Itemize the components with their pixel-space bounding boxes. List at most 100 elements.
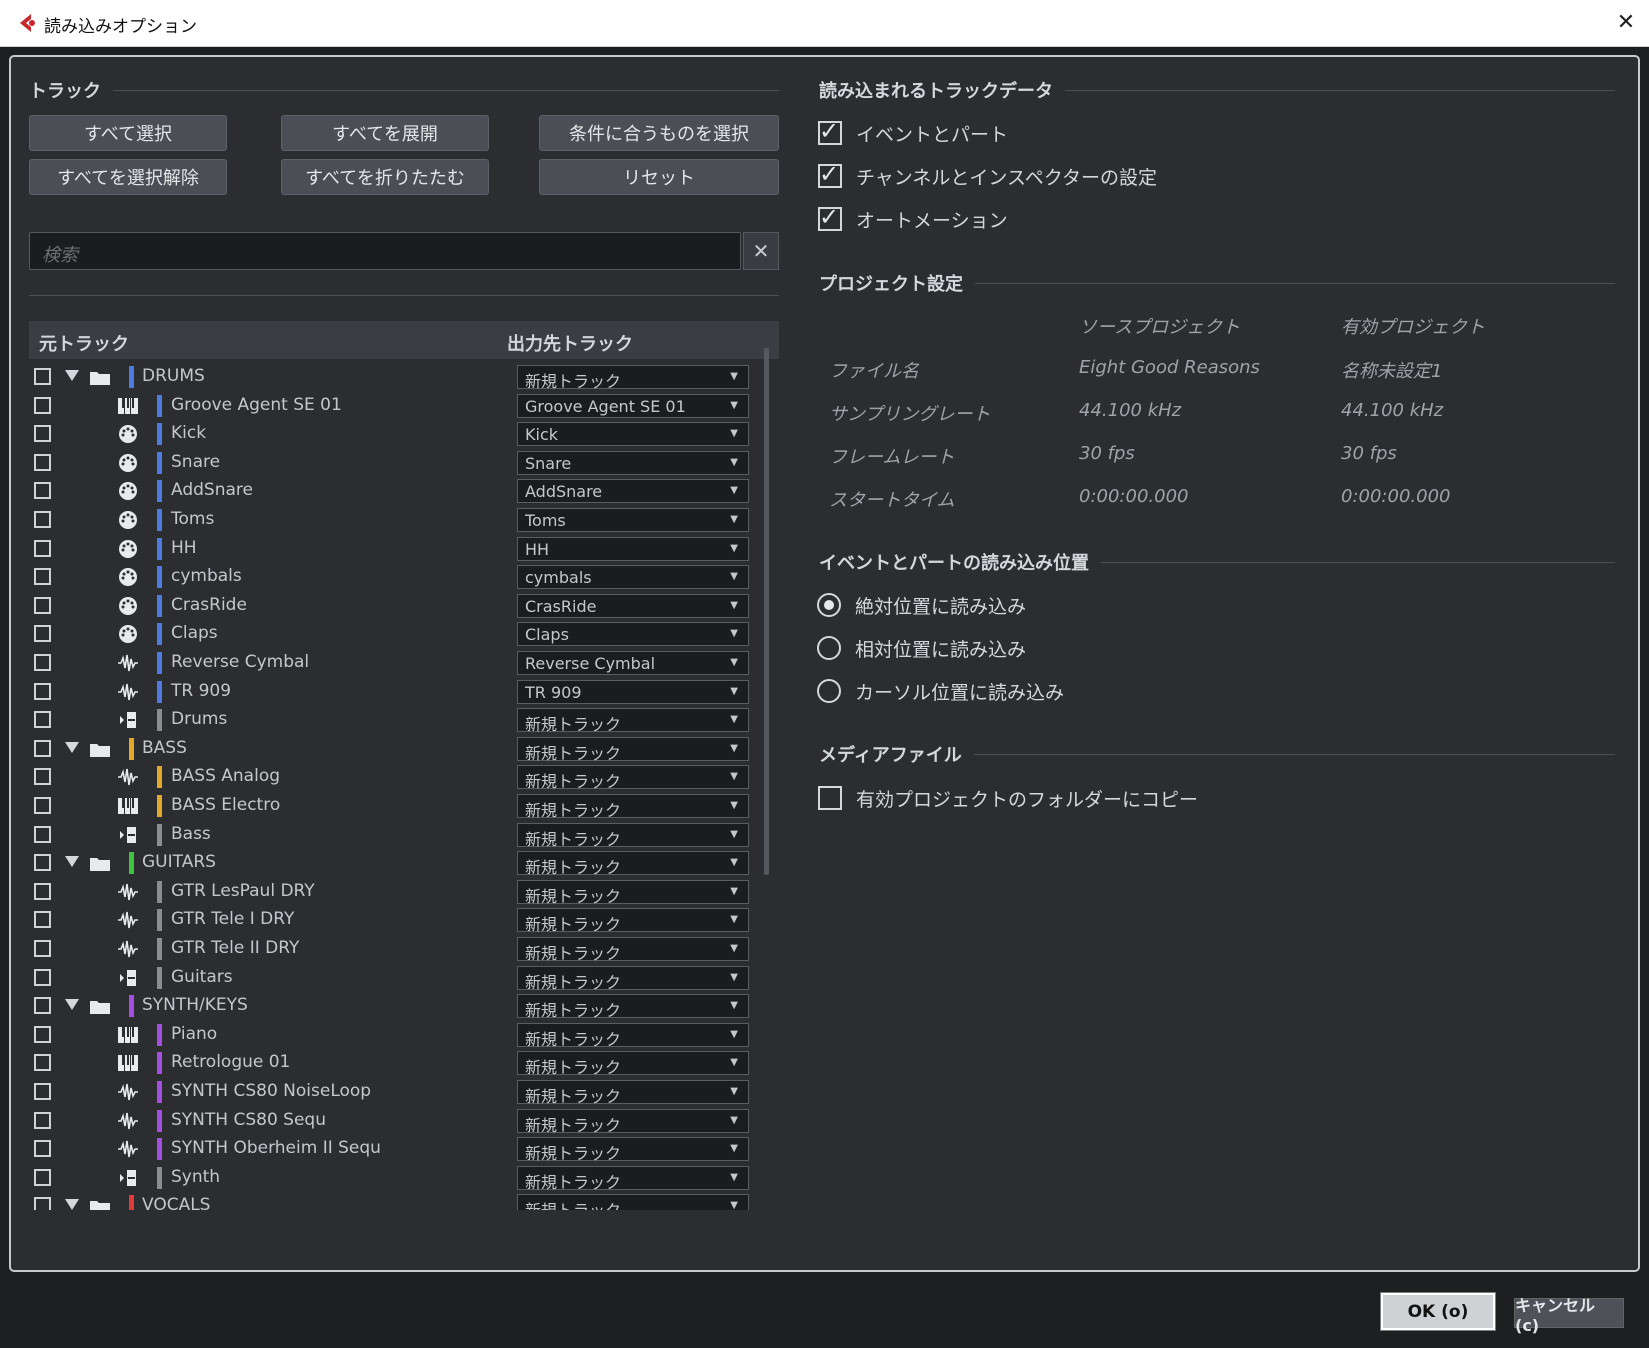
track-checkbox[interactable] [34,654,51,671]
track-row[interactable]: Toms Toms ▼ [29,505,779,535]
track-row[interactable]: BASS Electro 新規トラック ▼ [29,791,779,821]
track-row[interactable]: Reverse Cymbal Reverse Cymbal ▼ [29,648,779,678]
folder-track-row[interactable]: DRUMS 新規トラック ▼ [29,362,779,392]
expand-collapse-icon[interactable] [65,1199,79,1210]
destination-track-dropdown[interactable]: 新規トラック ▼ [517,879,749,906]
track-row[interactable]: GTR Tele II DRY 新規トラック ▼ [29,934,779,964]
track-row[interactable]: TR 909 TR 909 ▼ [29,677,779,707]
track-checkbox[interactable] [34,911,51,929]
absolute-position-radio[interactable]: 絶対位置に読み込み [817,590,1026,620]
deselect-all-button[interactable]: すべてを選択解除 [29,159,227,195]
destination-track-dropdown[interactable]: Toms ▼ [517,508,749,532]
destination-track-dropdown[interactable]: 新規トラック ▼ [517,1137,749,1163]
track-checkbox[interactable] [34,1140,51,1158]
destination-track-dropdown[interactable]: 新規トラック ▼ [517,365,749,391]
track-row[interactable]: Kick Kick ▼ [29,419,779,449]
destination-track-dropdown[interactable]: 新規トラック ▼ [517,1022,749,1049]
track-checkbox[interactable] [34,482,51,500]
cancel-button[interactable]: キャンセル (c) [1514,1296,1624,1335]
track-row[interactable]: Piano 新規トラック ▼ [29,1020,779,1050]
checkbox-box[interactable] [818,786,842,810]
track-row[interactable]: HH HH ▼ [29,534,779,564]
track-checkbox[interactable] [34,1083,51,1100]
destination-track-dropdown[interactable]: 新規トラック ▼ [517,708,749,734]
track-checkbox[interactable] [34,568,51,586]
track-row[interactable]: CrasRide CrasRide ▼ [29,591,779,621]
destination-track-dropdown[interactable]: Claps ▼ [517,622,749,647]
destination-track-dropdown[interactable]: AddSnare ▼ [517,479,749,504]
track-row[interactable]: Synth 新規トラック ▼ [29,1163,779,1193]
track-checkbox[interactable] [34,396,51,414]
destination-track-dropdown[interactable]: cymbals ▼ [517,565,749,590]
track-row[interactable]: AddSnare AddSnare ▼ [29,476,779,506]
track-checkbox[interactable] [34,1197,51,1210]
destination-track-dropdown[interactable]: 新規トラック ▼ [517,1080,749,1106]
track-row[interactable]: Bass 新規トラック ▼ [29,820,779,850]
destination-track-dropdown[interactable]: 新規トラック ▼ [517,965,749,992]
track-row[interactable]: GTR Tele I DRY 新規トラック ▼ [29,905,779,935]
track-checkbox[interactable] [34,968,51,986]
track-checkbox[interactable] [34,997,51,1015]
expand-all-button[interactable]: すべてを展開 [281,115,489,151]
select-matching-button[interactable]: 条件に合うものを選択 [539,115,779,151]
select-all-button[interactable]: すべて選択 [29,115,227,151]
checkbox-box[interactable]: ✓ [818,203,842,231]
track-row[interactable]: Guitars 新規トラック ▼ [29,963,779,993]
track-checkbox[interactable] [34,1025,51,1043]
destination-track-dropdown[interactable]: 新規トラック ▼ [517,1165,749,1192]
close-window-button[interactable]: ✕ [1603,0,1649,46]
destination-track-dropdown[interactable]: 新規トラック ▼ [517,851,749,877]
copy-to-project-folder-checkbox[interactable]: 有効プロジェクトのフォルダーにコピー [818,783,1198,813]
automation-checkbox[interactable]: ✓ オートメーション [818,203,1008,234]
track-list[interactable]: DRUMS 新規トラック ▼ Groove Agent SE 01 Groove Age… [29,362,779,1210]
track-row[interactable]: BASS Analog 新規トラック ▼ [29,762,779,792]
track-checkbox[interactable] [34,825,51,843]
destination-track-dropdown[interactable]: 新規トラック ▼ [517,1051,749,1077]
expand-collapse-icon[interactable] [65,370,79,381]
destination-track-dropdown[interactable]: 新規トラック ▼ [517,765,749,791]
track-checkbox[interactable] [34,797,51,814]
folder-track-row[interactable]: SYNTH/KEYS 新規トラック ▼ [29,991,779,1021]
folder-track-row[interactable]: GUITARS 新規トラック ▼ [29,848,779,878]
destination-track-dropdown[interactable]: 新規トラック ▼ [517,994,749,1020]
collapse-all-button[interactable]: すべてを折りたたむ [281,159,489,195]
cursor-position-radio[interactable]: カーソル位置に読み込み [817,676,1064,706]
folder-track-row[interactable]: VOCALS 新規トラック ▼ [29,1191,779,1210]
track-checkbox[interactable] [34,625,51,643]
track-checkbox[interactable] [34,739,51,757]
radio-button[interactable] [817,679,841,703]
track-row[interactable]: Retrologue 01 新規トラック ▼ [29,1048,779,1078]
destination-track-dropdown[interactable]: Reverse Cymbal ▼ [517,651,749,675]
events-and-parts-checkbox[interactable]: ✓ イベントとパート [818,117,1008,148]
destination-track-dropdown[interactable]: Kick ▼ [517,422,749,447]
destination-track-dropdown[interactable]: CrasRide ▼ [517,593,749,618]
track-row[interactable]: Groove Agent SE 01 Groove Agent SE 01 ▼ [29,391,779,421]
radio-button[interactable] [817,593,841,617]
track-checkbox[interactable] [34,596,51,614]
ok-button[interactable]: OK (o) [1380,1292,1496,1331]
expand-collapse-icon[interactable] [65,741,79,753]
expand-collapse-icon[interactable] [65,856,79,868]
folder-track-row[interactable]: BASS 新規トラック ▼ [29,734,779,764]
destination-track-dropdown[interactable]: 新規トラック ▼ [517,1108,749,1135]
destination-track-dropdown[interactable]: 新規トラック ▼ [517,822,749,849]
destination-track-dropdown[interactable]: 新規トラック ▼ [517,736,749,763]
track-checkbox[interactable] [34,1168,51,1186]
radio-button[interactable] [817,636,841,660]
destination-track-dropdown[interactable]: Snare ▼ [517,450,749,475]
track-checkbox[interactable] [34,453,51,471]
track-row[interactable]: cymbals cymbals ▼ [29,562,779,592]
search-clear-button[interactable]: ✕ [743,232,779,270]
track-checkbox[interactable] [34,1111,51,1129]
track-checkbox[interactable] [34,368,51,385]
track-checkbox[interactable] [34,711,51,729]
track-row[interactable]: SYNTH CS80 NoiseLoop 新規トラック ▼ [29,1077,779,1107]
destination-track-dropdown[interactable]: TR 909 ▼ [517,679,749,704]
relative-position-radio[interactable]: 相対位置に読み込み [817,633,1026,663]
destination-track-dropdown[interactable]: 新規トラック ▼ [517,1194,749,1210]
track-checkbox[interactable] [34,882,51,900]
channel-inspector-settings-checkbox[interactable]: ✓ チャンネルとインスペクターの設定 [818,160,1157,191]
destination-track-dropdown[interactable]: 新規トラック ▼ [517,908,749,934]
reset-button[interactable]: リセット [539,159,779,195]
track-row[interactable]: Snare Snare ▼ [29,448,779,478]
